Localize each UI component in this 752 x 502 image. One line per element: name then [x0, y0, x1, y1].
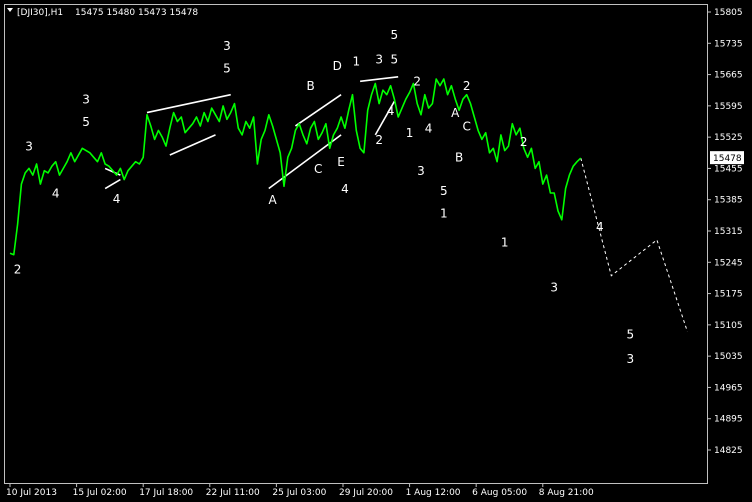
chart-window[interactable]: { "chart_data": { "type": "line", "title… [0, 0, 752, 502]
current-price-label: 15478 [713, 154, 742, 164]
wave-label: 5 [223, 61, 231, 75]
x-tick-label: 15 Jul 02:00 [73, 488, 127, 498]
wave-label: 5 [440, 184, 448, 198]
x-tick-label: 10 Jul 2013 [6, 488, 57, 498]
wave-label: A [268, 193, 277, 207]
y-tick-label: 15245 [714, 258, 743, 268]
y-tick-label: 14895 [714, 415, 743, 425]
wave-label: 4 [113, 192, 121, 206]
y-tick-label: 15525 [714, 133, 743, 143]
x-tick-label: 29 Jul 20:00 [339, 488, 393, 498]
y-tick-label: 15665 [714, 71, 743, 81]
wave-label: 3 [25, 140, 33, 154]
y-tick-label: 15105 [714, 321, 743, 331]
wave-label: 1 [406, 126, 414, 140]
wave-label: 5 [391, 52, 399, 66]
x-tick-label: 22 Jul 11:00 [206, 488, 260, 498]
wave-label: 1 [352, 55, 360, 69]
wave-label: 5 [626, 327, 634, 341]
wave-label: C [462, 119, 470, 133]
wave-label: 4 [52, 186, 60, 200]
y-tick-label: 15735 [714, 39, 743, 49]
y-tick-label: 14825 [714, 446, 743, 456]
wave-label: 2 [463, 79, 471, 93]
wave-label: B [307, 79, 315, 93]
wave-label: B [455, 151, 463, 165]
y-tick-label: 15595 [714, 102, 743, 112]
wave-label: 2 [375, 133, 383, 147]
wave-label: 5 [82, 115, 90, 129]
wave-label: 4 [387, 104, 395, 118]
x-tick-label: 1 Aug 12:00 [406, 488, 461, 498]
wave-label: 3 [82, 93, 90, 107]
wave-label: D [333, 59, 342, 73]
current-price-marker: 15478 [710, 151, 744, 165]
x-tick-label: 6 Aug 05:00 [472, 488, 527, 498]
x-tick-label: 25 Jul 03:00 [272, 488, 326, 498]
wave-label: 3 [626, 352, 634, 366]
chart-header-ohlc: 15475 15480 15473 15478 [75, 8, 198, 18]
wave-label: 3 [223, 39, 231, 53]
x-tick-label: 17 Jul 18:00 [139, 488, 193, 498]
wave-label: 1 [440, 207, 448, 221]
wave-label: 4 [341, 182, 349, 196]
wave-label: 3 [550, 280, 558, 294]
chart-header-symbol: [DJI30],H1 [17, 8, 63, 18]
x-tick-label: 8 Aug 21:00 [539, 488, 594, 498]
wave-label: 2 [14, 262, 22, 276]
chart-header[interactable]: [DJI30],H1 15475 15480 15473 15478 [7, 8, 198, 18]
y-tick-label: 15385 [714, 196, 743, 206]
wave-label: E [337, 155, 345, 169]
y-tick-label: 15315 [714, 227, 743, 237]
wave-label: 5 [391, 28, 399, 42]
y-tick-label: 14965 [714, 383, 743, 393]
wave-label: 4 [596, 220, 604, 234]
wave-label: A [451, 106, 460, 120]
wave-label: 4 [425, 122, 433, 136]
y-tick-label: 15805 [714, 8, 743, 18]
wave-label: 2 [520, 135, 528, 149]
wave-label: 3 [417, 164, 425, 178]
y-tick-label: 15035 [714, 352, 743, 362]
chart-background [0, 0, 752, 502]
wave-label: C [314, 162, 322, 176]
wave-label: 1 [501, 236, 509, 250]
y-tick-label: 15175 [714, 290, 743, 300]
wave-label: 2 [413, 75, 421, 89]
wave-label: 3 [375, 52, 383, 66]
price-chart[interactable]: 23435435ABCDE41 35542 1243512ACB213453 158… [0, 0, 752, 502]
y-tick-label: 15455 [714, 164, 743, 174]
